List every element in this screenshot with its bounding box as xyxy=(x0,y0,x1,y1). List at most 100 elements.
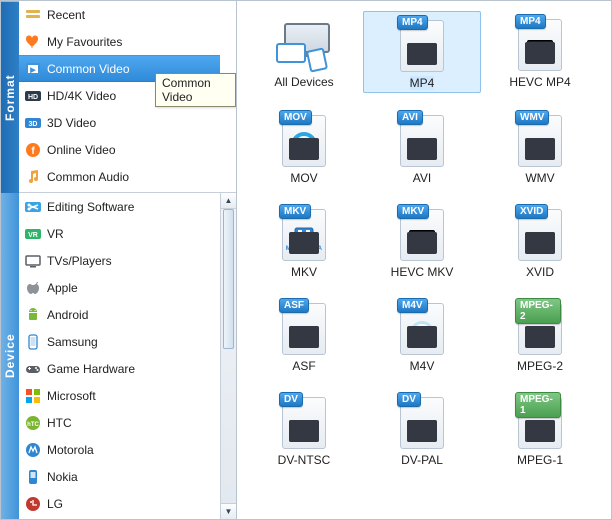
gamepad-icon xyxy=(25,361,41,377)
format-cell-mp4[interactable]: MP4 MP4 xyxy=(363,11,481,93)
sidebar-item-my-favourites[interactable]: My Favourites xyxy=(19,28,220,55)
format-cell-label: XVID xyxy=(526,265,554,279)
format-cell-mpeg-2[interactable]: MPEG-2 MPEG-2 xyxy=(481,295,599,375)
format-cell-label: MPEG-1 xyxy=(517,453,563,467)
format-cell-dv-ntsc[interactable]: DV DV-NTSC xyxy=(245,389,363,469)
format-cell-dv-pal[interactable]: DV DV-PAL xyxy=(363,389,481,469)
sidebar-item-label: Common Audio xyxy=(47,170,129,184)
format-grid-panel: All Devices MP4 MP4 MP4 H.265HEVC HEVC M… xyxy=(237,1,611,519)
sidebar-item-motorola[interactable]: Motorola xyxy=(19,436,220,463)
device-list: Editing Software VR VR TVs/Players AppleAndr… xyxy=(19,193,220,519)
htc-icon: hTC xyxy=(25,415,41,431)
format-thumb-icon: AVI xyxy=(394,111,450,167)
format-thumb-icon: MKV MATROSKA xyxy=(276,205,332,261)
sidebar-item-recent[interactable]: Recent xyxy=(19,1,220,28)
format-cell-label: MOV xyxy=(290,171,317,185)
sidebar-item-label: HTC xyxy=(47,416,72,430)
sidebar-item-blackberry[interactable]: BlackBerry xyxy=(19,517,220,519)
sidebar-item-label: My Favourites xyxy=(47,35,122,49)
scroll-up-icon[interactable]: ▲ xyxy=(221,193,237,209)
microsoft-icon xyxy=(25,388,41,404)
sidebar-item-label: TVs/Players xyxy=(47,254,112,268)
app-window: Format Device Recent My Favourites ▶ Common… xyxy=(0,0,612,520)
sidebar-item-microsoft[interactable]: Microsoft xyxy=(19,382,220,409)
android-icon xyxy=(25,307,41,323)
sidebar-item-htc[interactable]: hTC HTC xyxy=(19,409,220,436)
scrollbar-thumb[interactable] xyxy=(223,209,234,349)
sidebar-item-game-hardware[interactable]: Game Hardware xyxy=(19,355,220,382)
format-cell-hevc-mp4[interactable]: MP4 H.265HEVC HEVC MP4 xyxy=(481,11,599,93)
apple-icon xyxy=(25,280,41,296)
format-cell-label: ASF xyxy=(292,359,315,373)
format-cell-xvid[interactable]: XVID XVID xyxy=(481,201,599,281)
sidebar-item-editing-software[interactable]: Editing Software xyxy=(19,193,220,220)
format-cell-label: HEVC MP4 xyxy=(509,75,570,89)
format-cell-m4v[interactable]: M4V M4V xyxy=(363,295,481,375)
device-scrollbar[interactable]: ▲ ▼ xyxy=(220,193,236,519)
tooltip: Common Video xyxy=(155,73,236,107)
sidebar-item-label: Editing Software xyxy=(47,200,134,214)
device-panel: Editing Software VR VR TVs/Players AppleAndr… xyxy=(19,193,236,519)
scroll-down-icon[interactable]: ▼ xyxy=(221,503,237,519)
sidebar-item-lg[interactable]: LG xyxy=(19,490,220,517)
svg-text:VR: VR xyxy=(28,232,38,239)
tab-format[interactable]: Format xyxy=(1,1,19,193)
format-cell-avi[interactable]: AVI AVI xyxy=(363,107,481,187)
sidebar-item-label: HD/4K Video xyxy=(47,89,116,103)
sidebar-item-label: LG xyxy=(47,497,63,511)
scrollbar-track[interactable] xyxy=(221,209,236,503)
sidebar-item-android[interactable]: Android xyxy=(19,301,220,328)
sidebar-item-label: Samsung xyxy=(47,335,98,349)
hd-icon: HD xyxy=(25,88,41,104)
sidebar-item-samsung[interactable]: Samsung xyxy=(19,328,220,355)
format-thumb-icon: MKV H.265HEVC xyxy=(394,205,450,261)
film-icon: ▶ xyxy=(25,61,41,77)
format-cell-hevc-mkv[interactable]: MKV H.265HEVC HEVC MKV xyxy=(363,201,481,281)
sidebar-item-nokia[interactable]: Nokia xyxy=(19,463,220,490)
format-cell-asf[interactable]: ASF ASF xyxy=(245,295,363,375)
format-cell-mov[interactable]: MOV MOV xyxy=(245,107,363,187)
format-thumb-icon: M4V xyxy=(394,299,450,355)
heart-icon xyxy=(25,34,41,50)
sidebar-item-label: Microsoft xyxy=(47,389,96,403)
sidebar-item-apple[interactable]: Apple xyxy=(19,274,220,301)
format-thumb-icon: MP4 H.265HEVC xyxy=(512,15,568,71)
format-cell-label: All Devices xyxy=(274,75,333,89)
sidebar-item-label: Motorola xyxy=(47,443,94,457)
sidebar-content: Recent My Favourites ▶ Common Video HD HD/4K … xyxy=(19,1,236,519)
sidebar-item-label: Recent xyxy=(47,8,85,22)
sidebar-item-label: Online Video xyxy=(47,143,116,157)
sidebar-item-3d-video[interactable]: 3D3D Video xyxy=(19,109,220,136)
tab-device[interactable]: Device xyxy=(1,193,19,519)
sidebar-item-label: Nokia xyxy=(47,470,78,484)
nokia-icon xyxy=(25,469,41,485)
threeD-icon: 3D xyxy=(25,115,41,131)
format-thumb-icon: MPEG-2 xyxy=(512,299,568,355)
sidebar-item-label: VR xyxy=(47,227,64,241)
format-cell-label: DV-PAL xyxy=(401,453,443,467)
sidebar-item-vr[interactable]: VR VR xyxy=(19,220,220,247)
sidebar-item-label: Common Video xyxy=(47,62,130,76)
format-cell-mpeg-1[interactable]: MPEG-1 MPEG-1 xyxy=(481,389,599,469)
sidebar-item-tvs-players[interactable]: TVs/Players xyxy=(19,247,220,274)
format-cell-label: MKV xyxy=(291,265,317,279)
lg-icon xyxy=(25,496,41,512)
format-grid: All Devices MP4 MP4 MP4 H.265HEVC HEVC M… xyxy=(245,11,611,469)
svg-text:3D: 3D xyxy=(29,121,38,128)
svg-text:HD: HD xyxy=(28,94,38,101)
format-thumb-icon: MOV xyxy=(276,111,332,167)
format-thumb-icon: DV xyxy=(394,393,450,449)
motorola-icon xyxy=(25,442,41,458)
format-cell-all-devices[interactable]: All Devices xyxy=(245,11,363,93)
samsung-icon xyxy=(25,334,41,350)
sidebar: Format Device Recent My Favourites ▶ Common… xyxy=(1,1,237,519)
sidebar-item-common-audio[interactable]: Common Audio xyxy=(19,163,220,190)
format-cell-wmv[interactable]: WMV WMV xyxy=(481,107,599,187)
format-thumb-icon: MPEG-1 xyxy=(512,393,568,449)
sidebar-item-online-video[interactable]: fOnline Video xyxy=(19,136,220,163)
scissors-icon xyxy=(25,199,41,215)
format-thumb-icon: ASF xyxy=(276,299,332,355)
format-cell-label: HEVC MKV xyxy=(391,265,454,279)
format-cell-mkv[interactable]: MKV MATROSKA MKV xyxy=(245,201,363,281)
vr-icon: VR xyxy=(25,226,41,242)
